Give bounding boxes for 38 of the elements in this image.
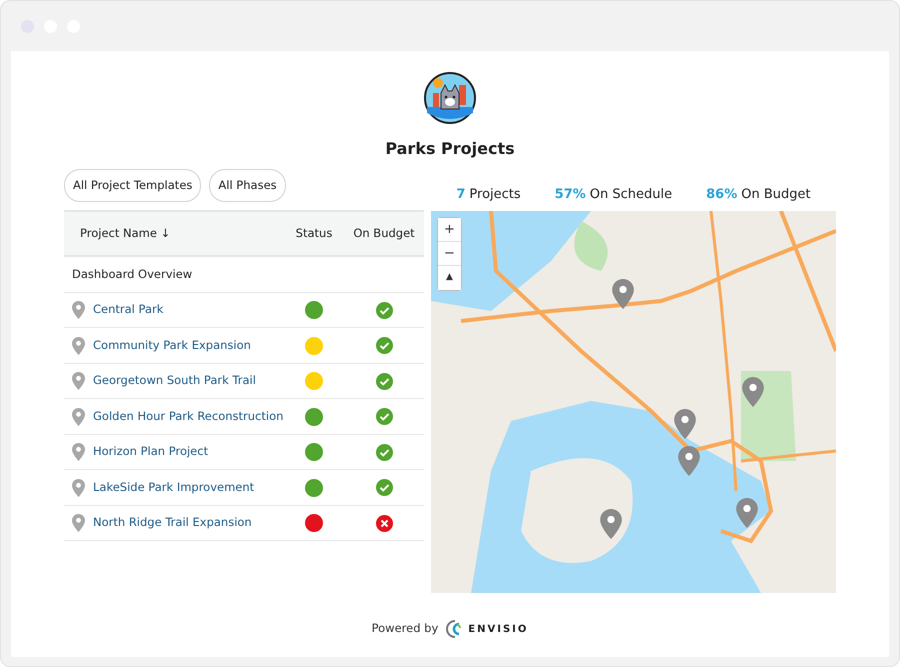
- project-link[interactable]: LakeSide Park Improvement: [93, 478, 254, 496]
- summary-label: On Schedule: [590, 186, 672, 204]
- map-pin-icon[interactable]: [736, 498, 758, 528]
- project-link[interactable]: Horizon Plan Project: [93, 443, 208, 461]
- map-pin-icon: [72, 514, 85, 532]
- map-pin-icon: [72, 336, 85, 354]
- map-pin-icon: [72, 408, 85, 426]
- summary-label: On Budget: [741, 186, 811, 204]
- map-pin-icon[interactable]: [674, 408, 696, 438]
- page-title: Parks Projects: [385, 138, 515, 160]
- project-link[interactable]: Community Park Expansion: [93, 336, 251, 354]
- wolf-city-logo-drawing: [423, 71, 477, 125]
- brand-name: ENVISIO: [468, 622, 528, 636]
- column-header[interactable]: Project Name ↓: [64, 225, 284, 242]
- map-pin-icon[interactable]: [600, 508, 622, 538]
- powered-by-text: Powered by: [372, 620, 438, 638]
- column-header: Status: [294, 225, 334, 242]
- map-pin-icon[interactable]: [742, 376, 764, 406]
- map-pin-icon: [72, 372, 85, 390]
- park-area: [574, 220, 608, 270]
- project-link[interactable]: North Ridge Trail Expansion: [93, 514, 252, 532]
- project-link[interactable]: Central Park: [93, 301, 164, 319]
- map-pin-icon: [72, 478, 85, 496]
- map-pin-icon: [72, 443, 85, 461]
- summary-label: Projects: [469, 186, 521, 204]
- filter-button[interactable]: All Phases: [209, 169, 286, 202]
- map-pin-icon: [72, 301, 85, 319]
- column-header: On Budget: [352, 225, 416, 242]
- summary-value: 57%: [554, 186, 586, 204]
- zoom-control-button[interactable]: +: [438, 218, 461, 242]
- group-label: Dashboard Overview: [71, 266, 192, 283]
- map-pin-icon[interactable]: [678, 446, 700, 476]
- map-pin-icon[interactable]: [612, 278, 634, 308]
- project-link[interactable]: Golden Hour Park Reconstruction: [93, 408, 284, 426]
- summary-value: 7: [456, 186, 466, 204]
- filter-button[interactable]: All Project Templates: [64, 169, 202, 202]
- project-link[interactable]: Georgetown South Park Trail: [93, 372, 256, 390]
- summary-value: 86%: [706, 186, 738, 204]
